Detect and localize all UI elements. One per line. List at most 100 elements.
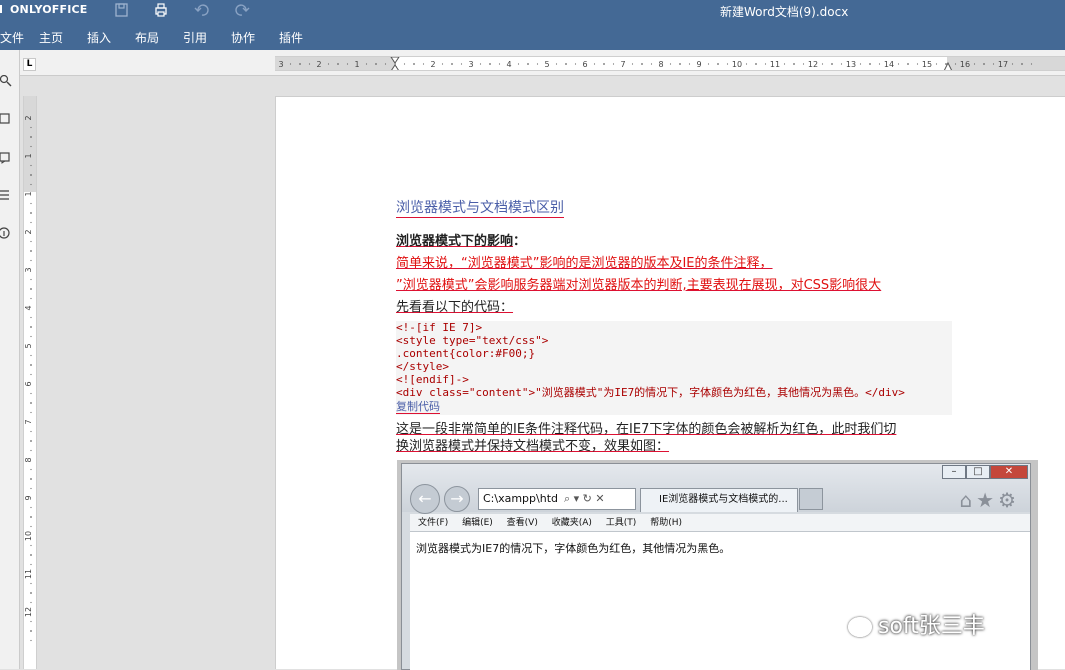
ruler-tick xyxy=(327,63,330,65)
tab-home[interactable]: 主页 xyxy=(39,29,63,46)
tab-insert[interactable]: 插入 xyxy=(87,29,111,46)
ruler-tick-label: 9 xyxy=(24,495,33,500)
ruler-tick xyxy=(30,563,32,566)
ruler-tick-label: 8 xyxy=(24,457,33,462)
ruler-tick xyxy=(30,183,32,186)
ruler-tick xyxy=(30,630,32,632)
ruler-tick xyxy=(489,63,491,65)
ruler-tick xyxy=(30,468,32,471)
ie-tab-title: IE浏览器模式与文档模式的... xyxy=(659,494,788,505)
ruler-tick-label: 12 xyxy=(24,607,33,617)
search-icon[interactable] xyxy=(0,75,12,87)
ruler-tick xyxy=(669,63,672,65)
tab-stop-selector[interactable]: L xyxy=(23,58,36,71)
vertical-ruler[interactable]: 2 1 1 2 3 4 5 6 7 8 9 10 11 12 xyxy=(23,96,37,669)
ruler-tick-label: 3 xyxy=(468,60,473,69)
ruler-tick-label: 13 xyxy=(846,60,856,69)
paragraph-line-4: 这是一段非常简单的IE条件注释代码，在IE7下字体的颜色会被解析为红色，此时我们… xyxy=(396,422,897,437)
save-icon[interactable] xyxy=(114,2,130,18)
forward-icon: → xyxy=(444,486,470,512)
ruler-tick-label: 1 xyxy=(24,153,33,158)
code-line: <!-[if IE 7]> xyxy=(396,321,483,334)
tab-references[interactable]: 引用 xyxy=(183,29,207,46)
sub-heading-colon: ： xyxy=(513,234,527,249)
ruler-tick-label: 10 xyxy=(732,60,742,69)
ie-toolbar: – □ ✕ ← → C:\xampp\htd ⌕ ▾ ↻ ✕ IE浏览器模式与文档… xyxy=(402,464,1030,514)
tab-layout[interactable]: 布局 xyxy=(135,29,159,46)
ruler-tick-label: 2 xyxy=(316,60,321,69)
ruler-tick xyxy=(30,620,32,623)
ruler-tick-label: 6 xyxy=(582,60,587,69)
print-icon[interactable] xyxy=(153,2,169,18)
ruler-tick-label: 7 xyxy=(620,60,625,69)
ruler-tick-label: 4 xyxy=(24,305,33,310)
ie-menu-item: 文件(F) xyxy=(418,518,449,528)
ruler-tick-label: 2 xyxy=(24,229,33,234)
doc-heading[interactable]: 浏览器模式与文档模式区别 xyxy=(396,199,564,218)
ruler-tick-label: 7 xyxy=(24,419,33,424)
tab-file[interactable]: 文件 xyxy=(0,29,24,46)
ruler-tick xyxy=(821,63,824,65)
ruler-tick xyxy=(375,63,377,65)
ruler-tick xyxy=(403,63,406,65)
ruler-tick xyxy=(30,582,32,585)
ruler-tick xyxy=(30,297,32,300)
ruler-tick xyxy=(764,63,767,65)
ruler-tick xyxy=(983,63,985,65)
watermark-text: soft张三丰 xyxy=(878,614,985,639)
menu-bar: 文件 主页 插入 布局 引用 协作 插件 xyxy=(0,22,1065,50)
ruler-tick xyxy=(840,63,843,65)
ie-page-content: 浏览器模式为IE7的情况下，字体颜色为红色，其他情况为黑色。 xyxy=(410,532,1030,670)
ruler-tick xyxy=(30,525,32,528)
ruler-tick xyxy=(30,240,32,243)
ruler-tick-label: 8 xyxy=(658,60,663,69)
ruler-tick-label: 9 xyxy=(696,60,701,69)
code-line: </style> xyxy=(396,360,449,373)
left-sidebar xyxy=(0,50,20,669)
ruler-tick xyxy=(30,354,32,357)
indent-marker-icon[interactable] xyxy=(390,57,400,71)
undo-icon[interactable] xyxy=(194,2,210,18)
ruler-tick xyxy=(650,63,653,65)
ruler-tick xyxy=(631,63,634,65)
embedded-screenshot[interactable]: – □ ✕ ← → C:\xampp\htd ⌕ ▾ ↻ ✕ IE浏览器模式与文档… xyxy=(397,460,1038,670)
comments-icon[interactable] xyxy=(0,113,12,125)
redo-icon[interactable] xyxy=(234,2,250,18)
address-bar: C:\xampp\htd ⌕ ▾ ↻ ✕ xyxy=(478,488,636,510)
about-icon[interactable] xyxy=(0,227,12,239)
copy-code-link[interactable]: 复制代码 xyxy=(396,400,440,414)
horizontal-ruler[interactable]: 3211234567891011121314151617 xyxy=(275,56,1065,71)
ruler-tick xyxy=(745,63,748,65)
code-line: <style type="text/css"> xyxy=(396,334,549,347)
navigation-icon[interactable] xyxy=(0,189,12,201)
ruler-tick xyxy=(802,63,805,65)
ruler-tick-label: 15 xyxy=(922,60,932,69)
ruler-tick-label: 12 xyxy=(808,60,818,69)
ruler-tick-label: 14 xyxy=(884,60,894,69)
tab-plugins[interactable]: 插件 xyxy=(279,29,303,46)
chat-icon[interactable] xyxy=(0,152,12,164)
ruler-tick xyxy=(869,63,871,65)
ruler-tick xyxy=(688,63,691,65)
ruler-tick xyxy=(612,63,615,65)
ruler-tick xyxy=(679,63,681,65)
ruler-tick xyxy=(536,63,539,65)
ruler-tick xyxy=(30,430,32,433)
ruler-tick xyxy=(30,449,32,452)
ruler-tick-label: 6 xyxy=(24,381,33,386)
right-indent-marker-icon[interactable] xyxy=(943,60,953,71)
ruler-tick xyxy=(831,63,833,65)
ruler-tick xyxy=(498,63,501,65)
ruler-tick xyxy=(574,63,577,65)
sub-heading: 浏览器模式下的影响 xyxy=(396,234,514,249)
ruler-tick xyxy=(992,63,995,65)
back-icon: ← xyxy=(410,484,440,514)
ruler-tick xyxy=(783,63,786,65)
ruler-tick xyxy=(527,63,529,65)
ruler-tick xyxy=(30,402,32,404)
tab-collaboration[interactable]: 协作 xyxy=(231,29,255,46)
document-page[interactable]: 浏览器模式与文档模式区别 浏览器模式下的影响： 简单来说，“浏览器模式”影响的是… xyxy=(275,96,1065,670)
ruler-tick xyxy=(517,63,520,65)
ruler-tick xyxy=(1030,63,1033,65)
ie-menu-item: 帮助(H) xyxy=(650,518,682,528)
